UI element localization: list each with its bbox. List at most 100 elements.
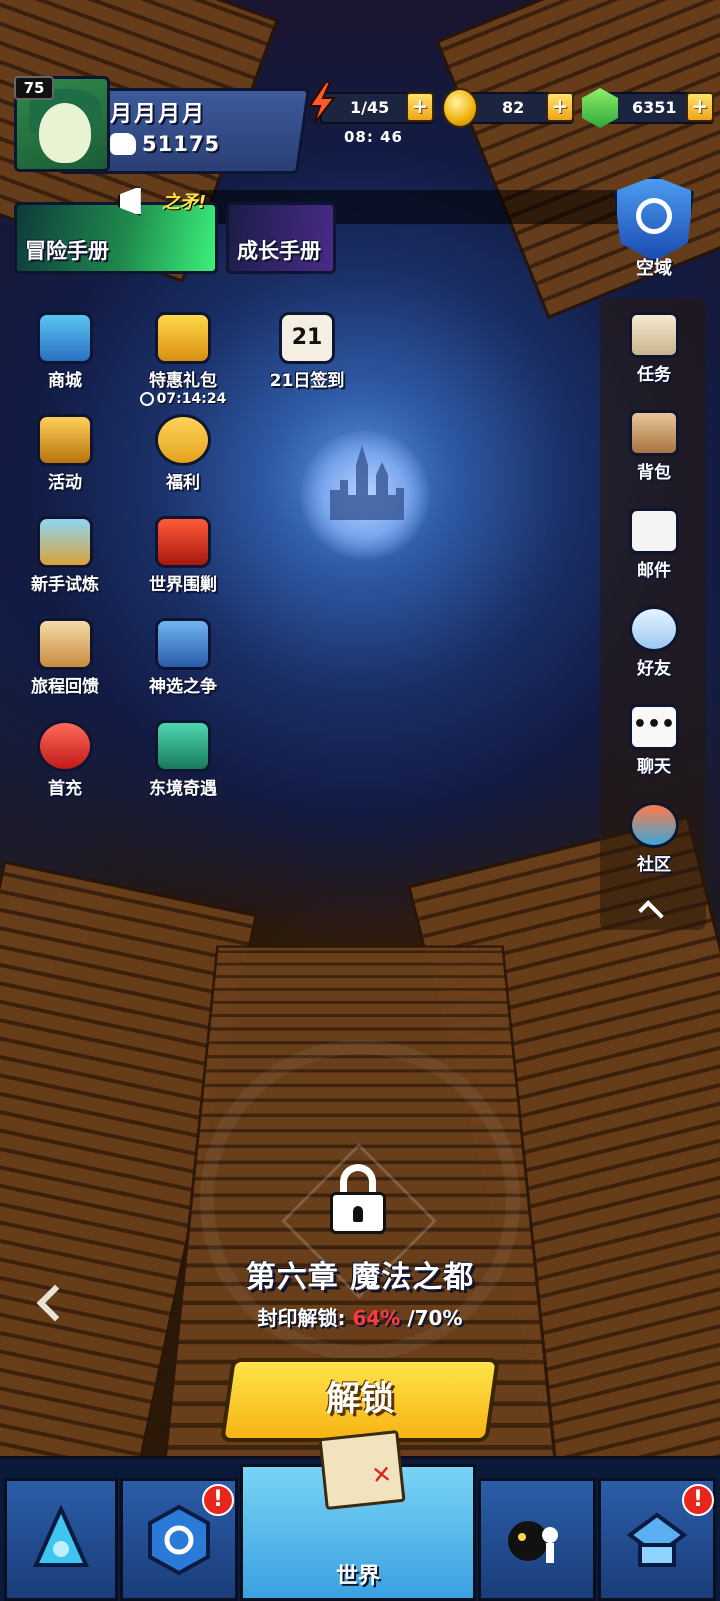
castle-silhouette-icon	[330, 445, 404, 520]
special-pack-timer-value: 07:14:24	[156, 391, 227, 407]
sidebar-item-friends-label: 好友	[637, 659, 671, 679]
sidebar-item-chat-label: 聊天	[637, 757, 671, 777]
menu-chosen-battle[interactable]: 神选之争	[128, 618, 238, 697]
menu-journey-reward-label: 旅程回馈	[31, 677, 99, 697]
mail-icon	[629, 508, 679, 554]
menu-east-adventure-label: 东境奇遇	[149, 779, 217, 799]
sidebar-item-community-label: 社区	[637, 855, 671, 875]
combat-power-value: 51175	[142, 132, 221, 156]
energy-counter: 1/45 +	[320, 92, 434, 124]
airspace-emblem-icon	[636, 198, 672, 234]
clipboard-icon	[37, 618, 93, 670]
menu-special-pack[interactable]: 特惠礼包 07:14:24	[128, 312, 238, 407]
shop-chest-icon	[37, 312, 93, 364]
special-pack-timer: 07:14:24	[128, 391, 238, 407]
hexagon-emblem-icon	[148, 1505, 210, 1575]
sidebar-item-quests[interactable]: 任务	[604, 312, 704, 385]
player-profile[interactable]: 75 月月月月 51175	[14, 76, 311, 176]
treasure-map-icon: ✕	[318, 1430, 406, 1510]
sidebar-item-backpack[interactable]: 背包	[604, 410, 704, 483]
announcement-text: 之矛!	[162, 192, 207, 213]
crossed-swords-icon	[155, 618, 211, 670]
event-chest-icon	[37, 414, 93, 466]
combat-power: 51175	[110, 132, 220, 156]
sidebar-item-quests-label: 任务	[637, 365, 671, 385]
growth-manual-button[interactable]: 成长手册	[226, 202, 336, 274]
lightning-bolt-icon	[308, 82, 336, 124]
gem-plus-button[interactable]: +	[686, 92, 714, 122]
energy-value: 1/45	[350, 98, 390, 117]
lock-icon	[330, 1164, 386, 1234]
base-building-icon	[626, 1512, 688, 1567]
seal-target: /70%	[407, 1306, 463, 1330]
sidebar-item-friends[interactable]: 好友	[604, 606, 704, 679]
piggy-bank-icon	[155, 414, 211, 466]
unlock-button[interactable]: 解锁	[220, 1358, 500, 1442]
growth-manual-label: 成长手册	[237, 239, 321, 263]
menu-world-siege-label: 世界围剿	[149, 575, 217, 595]
base-alert-badge: !	[682, 1484, 714, 1516]
menu-welfare-label: 福利	[166, 473, 200, 493]
energy-plus-button[interactable]: +	[406, 92, 434, 122]
menu-newbie-trial[interactable]: 新手试炼	[10, 516, 120, 595]
fist-icon	[110, 133, 136, 155]
coin-icon	[442, 88, 478, 128]
chat-bubble-icon: •••	[629, 704, 679, 750]
first-recharge-icon	[37, 720, 93, 772]
menu-special-pack-label: 特惠礼包	[149, 371, 217, 391]
menu-first-recharge-label: 首充	[48, 779, 82, 799]
sidebar-item-chat[interactable]: ••• 聊天	[604, 704, 704, 777]
menu-first-recharge[interactable]: 首充	[10, 720, 120, 799]
player-name: 月月月月	[110, 102, 207, 127]
clock-icon	[139, 392, 154, 406]
scroll-icon	[629, 312, 679, 358]
menu-world-siege[interactable]: 世界围剿	[128, 516, 238, 595]
menu-shop-label: 商城	[48, 371, 82, 391]
crystal-hero-icon	[32, 1505, 90, 1567]
guild-alert-badge: !	[202, 1484, 234, 1516]
tab-hero[interactable]	[4, 1478, 118, 1601]
adventure-manual-label: 冒险手册	[25, 239, 109, 263]
menu-event-label: 活动	[48, 473, 82, 493]
gift-pack-icon	[155, 312, 211, 364]
menu-welfare[interactable]: 福利	[128, 414, 238, 493]
gem-value: 6351	[632, 98, 677, 117]
sidebar-item-community[interactable]: 社区	[604, 802, 704, 875]
coin-plus-button[interactable]: +	[546, 92, 574, 122]
sidebar-item-mail-label: 邮件	[637, 561, 671, 581]
menu-east-adventure[interactable]: 东境奇遇	[128, 720, 238, 799]
community-icon	[629, 802, 679, 848]
calendar-icon: 21	[279, 312, 335, 364]
announcement: 之矛!	[118, 186, 206, 216]
shadow-pet-icon	[508, 1521, 558, 1563]
avatar-face	[39, 103, 91, 163]
tab-world-label: 世界	[335, 1564, 380, 1589]
pagoda-icon	[155, 720, 211, 772]
energy-timer: 08: 46	[344, 128, 403, 146]
map-x-mark: ✕	[370, 1459, 394, 1490]
menu-newbie-trial-label: 新手试炼	[31, 575, 99, 595]
level-badge: 75	[14, 76, 54, 100]
lock-keyhole	[353, 1206, 363, 1222]
backpack-icon	[629, 410, 679, 456]
menu-journey-reward[interactable]: 旅程回馈	[10, 618, 120, 697]
chapter-title: 第六章 魔法之都	[245, 1260, 475, 1295]
megaphone-icon	[118, 186, 141, 216]
menu-event[interactable]: 活动	[10, 414, 120, 493]
menu-21day-signin[interactable]: 21 21日签到	[252, 312, 362, 391]
menu-21day-signin-label: 21日签到	[269, 371, 345, 391]
trial-shield-icon	[37, 516, 93, 568]
airspace-label: 空域	[636, 258, 672, 279]
tab-pets[interactable]	[478, 1478, 596, 1601]
airspace-button[interactable]: 空域	[604, 176, 704, 286]
coin-value: 82	[502, 98, 525, 117]
sidebar-item-backpack-label: 背包	[637, 463, 671, 483]
menu-shop[interactable]: 商城	[10, 312, 120, 391]
unlock-button-label: 解锁	[326, 1379, 395, 1419]
sidebar-item-mail[interactable]: 邮件	[604, 508, 704, 581]
dragon-icon	[155, 516, 211, 568]
seal-progress: 封印解锁: 64% /70%	[0, 1302, 720, 1331]
seal-current: 64%	[352, 1306, 401, 1330]
menu-chosen-battle-label: 神选之争	[149, 677, 217, 697]
friends-icon	[629, 606, 679, 652]
